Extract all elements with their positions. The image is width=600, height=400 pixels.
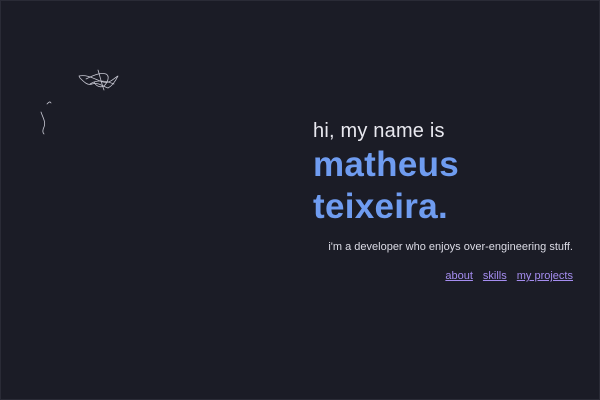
tagline-text: i'm a developer who enjoys over-engineer… [328, 241, 573, 253]
nav-link-my-projects[interactable]: my projects [517, 269, 573, 283]
scribble-animation [40, 69, 119, 135]
nav-links: about skills my projects [445, 269, 573, 283]
nav-link-skills[interactable]: skills [483, 269, 507, 283]
hero-section: hi, my name is matheus teixeira. [313, 118, 459, 228]
nav-link-about[interactable]: about [445, 269, 473, 283]
first-name-heading: matheus [313, 145, 460, 184]
greeting-text: hi, my name is [313, 120, 445, 142]
last-name-heading: teixeira. [313, 187, 449, 226]
